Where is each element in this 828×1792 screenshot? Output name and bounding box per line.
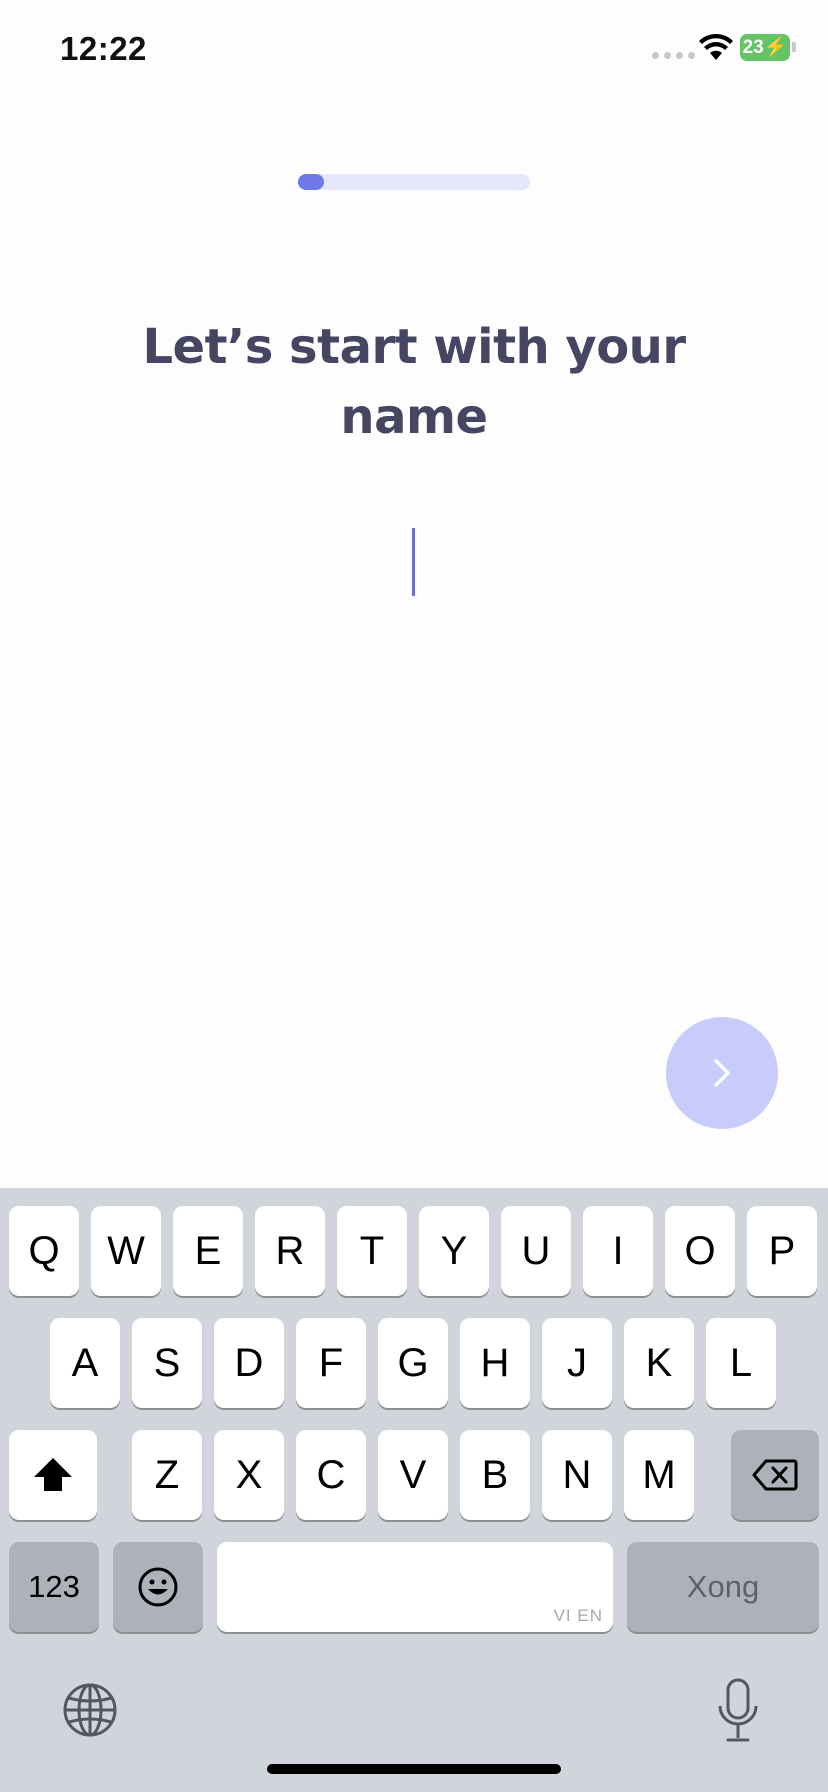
chevron-right-icon (714, 1059, 730, 1087)
key-q[interactable]: Q (9, 1206, 79, 1296)
page-title: Let’s start with your name (100, 312, 728, 452)
home-indicator[interactable] (267, 1764, 561, 1774)
space-key[interactable]: VI EN (217, 1542, 613, 1632)
key-p[interactable]: P (747, 1206, 817, 1296)
done-key[interactable]: Xong (627, 1542, 819, 1632)
charging-bolt-icon: ⚡ (763, 37, 788, 58)
key-c[interactable]: C (296, 1430, 366, 1520)
key-m[interactable]: M (624, 1430, 694, 1520)
globe-icon[interactable] (62, 1682, 118, 1738)
microphone-icon[interactable] (716, 1678, 760, 1744)
shift-icon (34, 1458, 72, 1491)
key-d[interactable]: D (214, 1318, 284, 1408)
status-time: 12:22 (60, 30, 147, 67)
key-l[interactable]: L (706, 1318, 776, 1408)
battery-level: 23 (742, 37, 764, 58)
next-button[interactable] (666, 1017, 778, 1129)
onboarding-screen: 12:22 23⚡ Let’s start with your name Q W… (0, 0, 828, 1792)
key-g[interactable]: G (378, 1318, 448, 1408)
key-n[interactable]: N (542, 1430, 612, 1520)
key-j[interactable]: J (542, 1318, 612, 1408)
title-line-2: name (340, 389, 488, 445)
key-k[interactable]: K (624, 1318, 694, 1408)
key-h[interactable]: H (460, 1318, 530, 1408)
key-v[interactable]: V (378, 1430, 448, 1520)
key-f[interactable]: F (296, 1318, 366, 1408)
emoji-key[interactable] (113, 1542, 203, 1632)
status-bar: 12:22 23⚡ (0, 0, 828, 100)
key-r[interactable]: R (255, 1206, 325, 1296)
key-b[interactable]: B (460, 1430, 530, 1520)
key-w[interactable]: W (91, 1206, 161, 1296)
wifi-icon (699, 34, 733, 60)
key-e[interactable]: E (173, 1206, 243, 1296)
key-u[interactable]: U (501, 1206, 571, 1296)
on-screen-keyboard: Q W E R T Y U I O P A S D F G H J K L Z … (0, 1188, 828, 1792)
numbers-key[interactable]: 123 (9, 1542, 99, 1632)
onboarding-progress-bar (298, 174, 530, 190)
key-x[interactable]: X (214, 1430, 284, 1520)
text-cursor (412, 528, 415, 596)
title-line-1: Let’s start with your (142, 319, 686, 375)
progress-fill (298, 174, 324, 190)
key-a[interactable]: A (50, 1318, 120, 1408)
battery-cap (792, 42, 796, 52)
delete-key[interactable] (731, 1430, 819, 1520)
key-s[interactable]: S (132, 1318, 202, 1408)
key-y[interactable]: Y (419, 1206, 489, 1296)
backspace-icon (752, 1459, 798, 1491)
shift-key[interactable] (9, 1430, 97, 1520)
key-z[interactable]: Z (132, 1430, 202, 1520)
emoji-icon (138, 1567, 178, 1607)
key-o[interactable]: O (665, 1206, 735, 1296)
cellular-signal-icon (652, 52, 695, 59)
key-t[interactable]: T (337, 1206, 407, 1296)
key-i[interactable]: I (583, 1206, 653, 1296)
space-language-label: VI EN (553, 1606, 603, 1625)
battery-icon: 23⚡ (740, 34, 790, 61)
